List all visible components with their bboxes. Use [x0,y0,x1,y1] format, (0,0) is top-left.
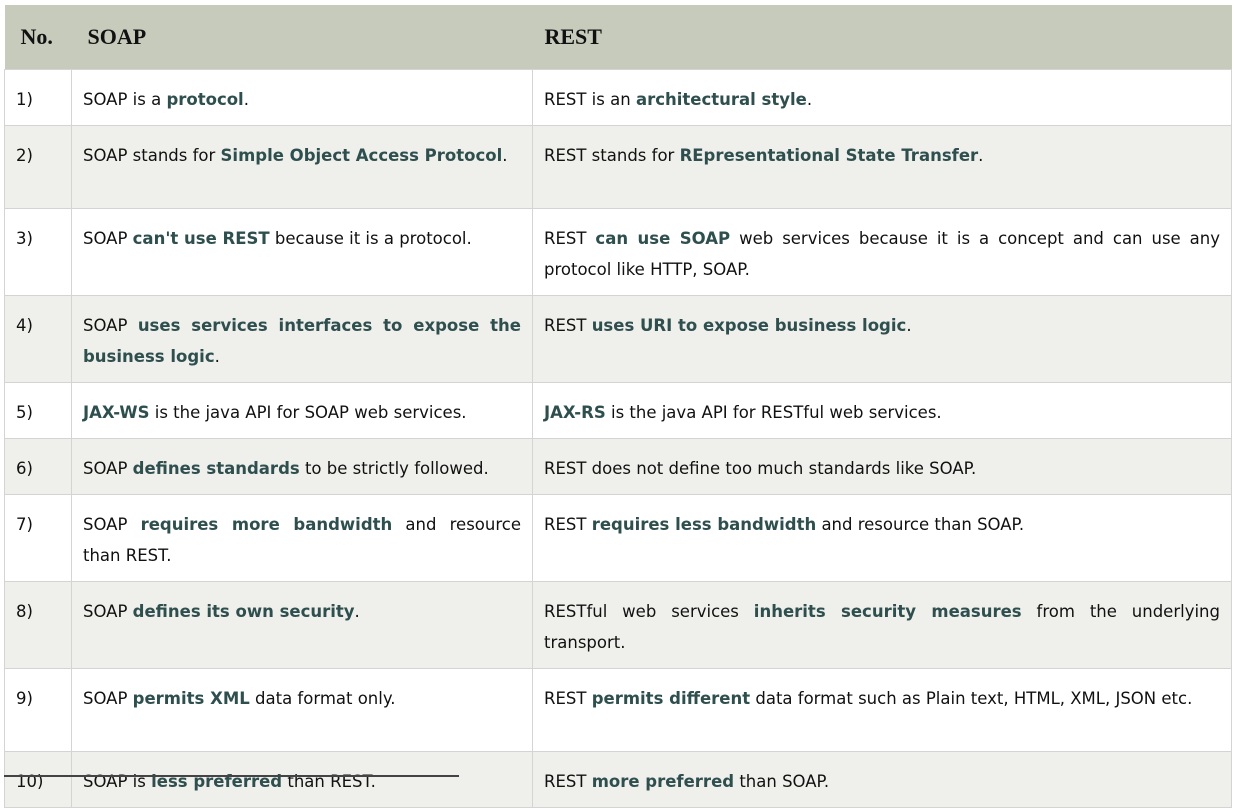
rest-cell: REST more preferred than SOAP. [532,751,1232,808]
cell-text: SOAP stands for [83,146,221,165]
soap-cell: SOAP permits XML data format only. [71,668,533,752]
cell-text: SOAP [83,602,133,621]
soap-cell: SOAP is less preferred than REST. [71,751,533,808]
soap-cell: SOAP defines standards to be strictly fo… [71,438,533,495]
cell-text: . [214,347,220,366]
cell-text: REST stands for [544,146,680,165]
table-body: 1) SOAP is a protocol. REST is an architec… [4,69,1232,808]
row-number: 7) [4,494,72,582]
soap-cell: SOAP is a protocol. [71,69,533,126]
table-row: 3) SOAP can't use REST because it is a pr… [4,208,1232,296]
table-row: 9) SOAP permits XML data format only. REST… [4,668,1232,752]
rest-cell: REST is an architectural style. [532,69,1232,126]
header-no: No. [4,5,72,70]
row-number: 4) [4,295,72,383]
rest-cell: REST does not define too much standards … [532,438,1232,495]
highlighted-term: JAX-WS [83,403,150,422]
table-header: No. SOAP REST [4,5,1232,70]
highlighted-term: inherits security measures [753,602,1022,621]
row-number: 3) [4,208,72,296]
highlighted-term: more preferred [591,772,735,791]
soap-vs-rest-table: No. SOAP REST 1) SOAP is a protocol. REST … [4,5,1232,808]
highlighted-term: can use SOAP [595,229,731,248]
cell-text: . [906,316,912,335]
cell-text: REST [544,229,596,248]
cell-text: REST does not define too much standards … [544,459,977,478]
soap-cell: JAX-WS is the java API for SOAP web serv… [71,382,533,439]
soap-cell: SOAP stands for Simple Object Access Pro… [71,125,533,209]
cell-text: SOAP is a [83,90,167,109]
rest-cell: JAX-RS is the java API for RESTful web s… [532,382,1232,439]
cell-text: . [502,146,508,165]
rest-cell: REST requires less bandwidth and resourc… [532,494,1232,582]
rest-cell: REST uses URI to expose business logic. [532,295,1232,383]
highlighted-term: permits XML [132,689,250,708]
cell-text: . [806,90,813,109]
cell-text: . [354,602,360,621]
highlighted-term: uses URI to expose business logic [591,316,907,335]
rest-cell: RESTful web services inherits security m… [532,581,1232,669]
cell-text: SOAP [83,316,138,335]
cell-text: REST [544,515,592,534]
table-row: 5) JAX-WS is the java API for SOAP web se… [4,382,1232,439]
cell-text: RESTful web services [544,602,754,621]
cell-text: because it is a protocol. [269,229,472,248]
highlighted-term: requires more bandwidth [140,515,393,534]
cell-text: is the java API for SOAP web services. [149,403,467,422]
cell-text: . [978,146,984,165]
cell-text: SOAP [83,689,133,708]
table-row: 7) SOAP requires more bandwidth and resou… [4,494,1232,582]
row-number: 10) [4,751,72,808]
cell-text: REST [544,689,592,708]
table-row: 2) SOAP stands for Simple Object Access P… [4,125,1232,209]
cell-text: REST is an [544,90,636,109]
cell-text: REST [544,772,592,791]
highlighted-term: JAX-RS [544,403,606,422]
soap-cell: SOAP uses services interfaces to expose … [71,295,533,383]
table-row: 4) SOAP uses services interfaces to expos… [4,295,1232,383]
cell-text: data format only. [249,689,396,708]
cell-text: . [243,90,249,109]
cell-text: and resource than SOAP. [816,515,1025,534]
rest-cell: REST stands for REpresentational State T… [532,125,1232,209]
cell-text: SOAP [83,229,133,248]
highlighted-term: defines its own security [132,602,355,621]
soap-cell: SOAP requires more bandwidth and resourc… [71,494,533,582]
cell-text: to be strictly followed. [299,459,489,478]
row-number: 2) [4,125,72,209]
soap-cell: SOAP defines its own security. [71,581,533,669]
table-row: 6) SOAP defines standards to be strictly … [4,438,1232,495]
table-row: 10) SOAP is less preferred than REST. REST… [4,751,1232,808]
row-number: 9) [4,668,72,752]
highlighted-term: defines standards [132,459,300,478]
table-row: 8) SOAP defines its own security. RESTful … [4,581,1232,669]
table-row: 1) SOAP is a protocol. REST is an architec… [4,69,1232,126]
rest-cell: REST can use SOAP web services because i… [532,208,1232,296]
highlighted-term: requires less bandwidth [591,515,817,534]
highlighted-term: Simple Object Access Protocol [220,146,503,165]
header-rest: REST [532,5,1232,70]
cell-text: SOAP [83,515,141,534]
cell-text: SOAP [83,459,133,478]
row-number: 6) [4,438,72,495]
header-soap: SOAP [71,5,533,70]
row-number: 5) [4,382,72,439]
highlighted-term: architectural style [635,90,807,109]
cell-text: data format such as Plain text, HTML, XM… [750,689,1193,708]
cell-text: than SOAP. [734,772,830,791]
highlighted-term: permits different [591,689,751,708]
bottom-rule [4,775,459,777]
rest-cell: REST permits different data format such … [532,668,1232,752]
cell-text: REST [544,316,592,335]
soap-cell: SOAP can't use REST because it is a prot… [71,208,533,296]
row-number: 8) [4,581,72,669]
row-number: 1) [4,69,72,126]
highlighted-term: uses services interfaces to expose the b… [83,316,521,366]
highlighted-term: REpresentational State Transfer [679,146,979,165]
highlighted-term: can't use REST [132,229,270,248]
highlighted-term: protocol [166,90,244,109]
cell-text: is the java API for RESTful web services… [605,403,942,422]
header-row: No. SOAP REST [4,5,1232,70]
